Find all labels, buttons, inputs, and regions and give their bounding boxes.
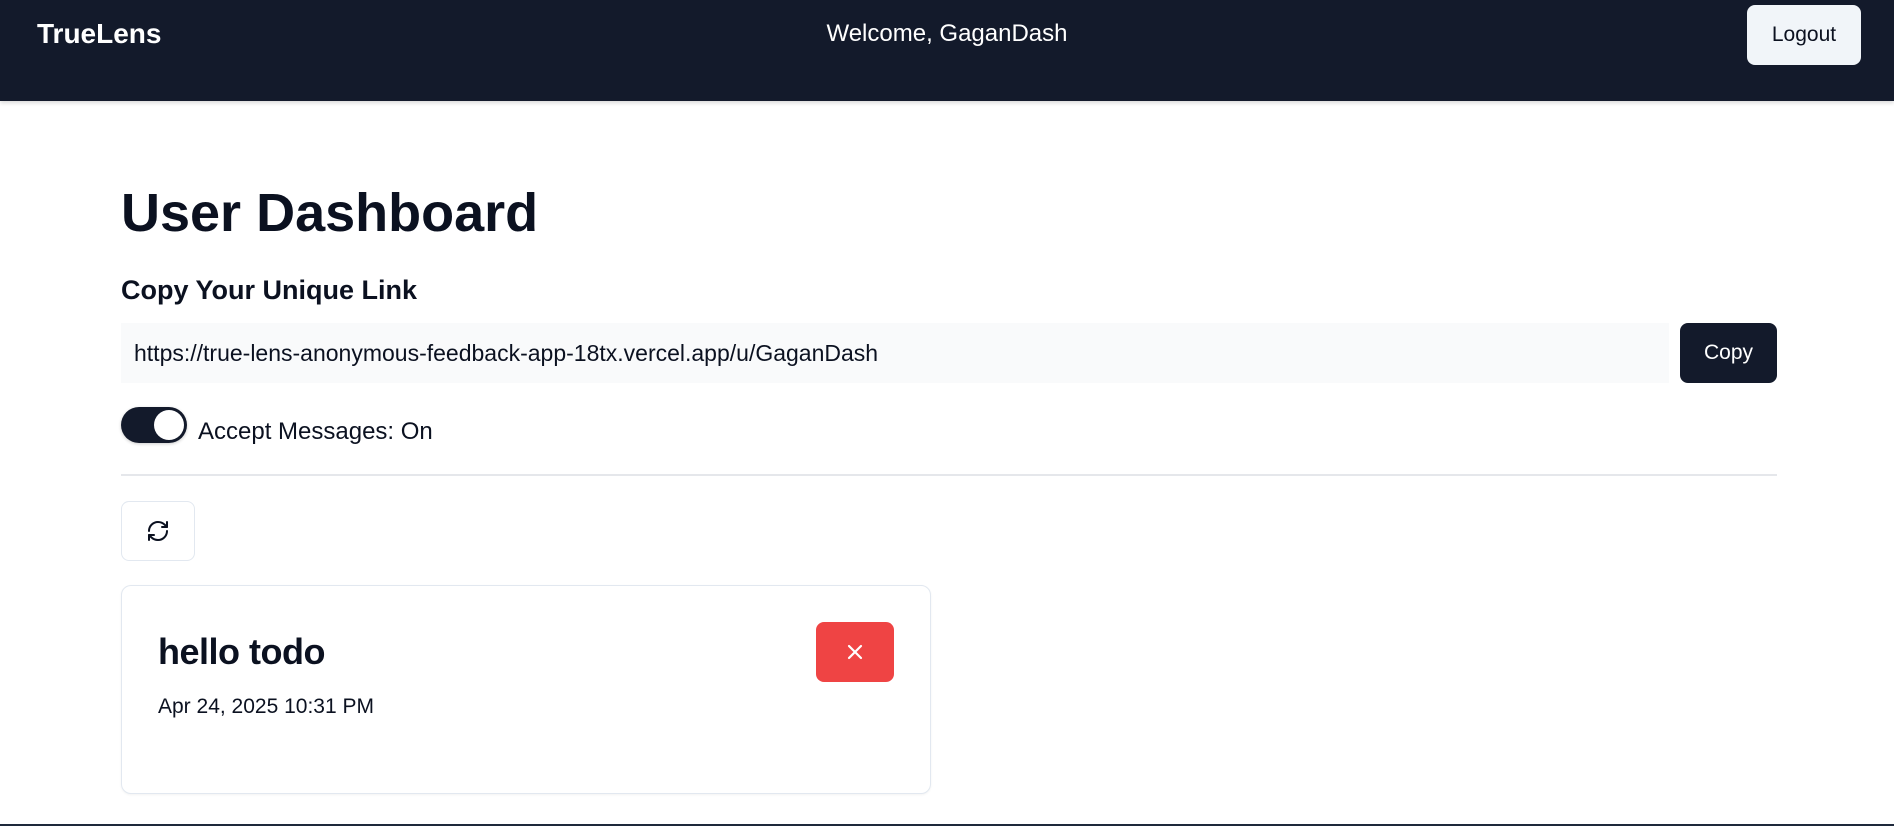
page-title: User Dashboard bbox=[121, 183, 539, 243]
copy-link-button[interactable]: Copy bbox=[1680, 323, 1777, 383]
delete-message-button[interactable] bbox=[816, 622, 894, 682]
accept-messages-label: Accept Messages: On bbox=[198, 418, 433, 445]
unique-link-heading: Copy Your Unique Link bbox=[121, 275, 418, 305]
message-timestamp: Apr 24, 2025 10:31 PM bbox=[158, 695, 374, 718]
welcome-message: Welcome, GaganDash bbox=[826, 20, 1068, 47]
message-card: hello todo Apr 24, 2025 10:31 PM bbox=[121, 585, 931, 794]
toggle-knob bbox=[154, 410, 184, 440]
unique-link-input[interactable] bbox=[121, 323, 1669, 383]
message-content: hello todo bbox=[158, 631, 325, 672]
refresh-messages-button[interactable] bbox=[121, 501, 195, 561]
top-navbar: TrueLens Welcome, GaganDash Logout bbox=[0, 0, 1894, 101]
section-divider bbox=[121, 474, 1777, 476]
logout-button[interactable]: Logout bbox=[1747, 5, 1861, 65]
close-icon bbox=[847, 644, 863, 660]
accept-messages-toggle[interactable] bbox=[121, 407, 187, 443]
refresh-icon bbox=[148, 521, 168, 541]
